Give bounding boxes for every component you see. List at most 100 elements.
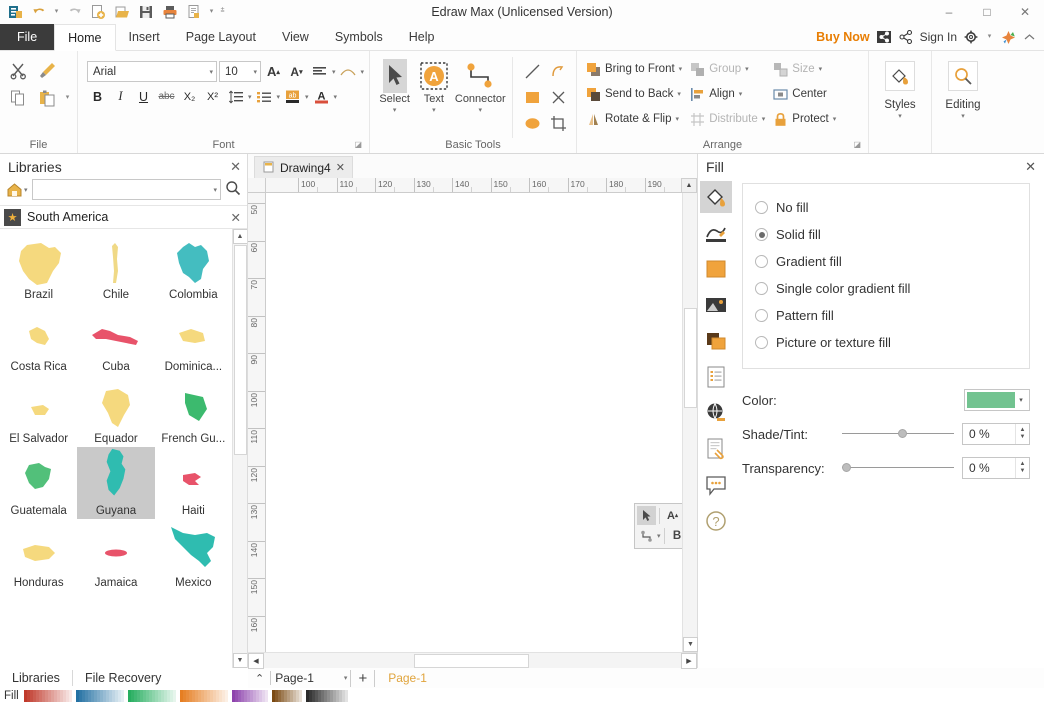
shape-item-guyana[interactable]: Guyana — [77, 447, 154, 519]
canvas-horizontal-scrollbar[interactable]: ◀ ▶ — [248, 652, 697, 668]
connector-tool-caret[interactable]: ▾ — [479, 106, 483, 115]
rotate-flip-button[interactable]: Rotate & Flip ▾ — [582, 107, 686, 131]
horizontal-ruler[interactable]: 10011012013014015016017018019020 — [266, 178, 681, 193]
arc-tool-icon[interactable] — [545, 59, 571, 85]
print-button[interactable] — [159, 2, 181, 22]
add-page-button[interactable]: + — [350, 670, 375, 687]
bring-to-front-button[interactable]: Bring to Front ▾ — [582, 57, 686, 81]
shape-item-guatemala[interactable]: Guatemala — [0, 447, 77, 519]
shape-item-mexico[interactable]: Mexico — [155, 519, 232, 591]
bullet-list-icon[interactable] — [254, 86, 275, 107]
libraries-scrollbar[interactable]: ▲ ▼ — [232, 229, 247, 668]
vertical-ruler[interactable]: 5060708090100110120130140150160 — [248, 193, 266, 652]
transparency-spinner[interactable]: 0 % ▲▼ — [962, 457, 1030, 479]
color-dropdown-caret[interactable]: ▾ — [1015, 396, 1027, 404]
library-home-icon[interactable]: ▾ — [6, 182, 28, 198]
paste-dropdown-caret[interactable]: ▾ — [63, 93, 72, 104]
canvas-vertical-scrollbar[interactable]: ▼ — [682, 193, 697, 652]
group-button[interactable]: Group ▾ — [686, 57, 769, 81]
mini-grow-font-button[interactable]: A▴ — [663, 506, 682, 525]
font-color-caret[interactable]: ▾ — [334, 93, 338, 101]
library-home-caret[interactable]: ▾ — [24, 186, 28, 194]
fill-color-swatches[interactable] — [24, 690, 348, 702]
shape-item-equador[interactable]: Equador — [77, 375, 154, 447]
document-properties-icon[interactable] — [700, 361, 732, 393]
close-button[interactable]: ✕ — [1006, 0, 1044, 24]
fill-option-picture-or-texture-fill[interactable]: Picture or texture fill — [743, 329, 1029, 356]
shape-item-jamaica[interactable]: Jamaica — [77, 519, 154, 591]
fill-color-picker[interactable]: ▾ — [964, 389, 1030, 411]
fill-option-gradient-fill[interactable]: Gradient fill — [743, 248, 1029, 275]
menu-tab-help[interactable]: Help — [396, 24, 448, 50]
hscroll-thumb[interactable] — [414, 654, 529, 668]
sign-in-link[interactable]: Sign In — [920, 30, 957, 44]
line-spacing-icon[interactable] — [225, 86, 246, 107]
fill-panel-close-icon[interactable]: ✕ — [1025, 159, 1036, 175]
curve-dropdown-caret[interactable]: ▾ — [361, 68, 365, 76]
text-curve-icon[interactable] — [338, 61, 359, 82]
drawing-canvas[interactable]: ✕ ⋮ A▴ A▾ — [266, 193, 682, 652]
canvas-scroll-down-icon[interactable]: ▼ — [683, 637, 698, 652]
transparency-slider-knob[interactable] — [842, 463, 851, 472]
menu-tab-file[interactable]: File — [0, 24, 54, 50]
font-dialog-launcher[interactable]: ◪ — [354, 137, 362, 152]
strikethrough-button[interactable]: abc — [156, 86, 177, 107]
libraries-close-icon[interactable]: ✕ — [230, 159, 241, 175]
fill-option-no-fill[interactable]: No fill — [743, 194, 1029, 221]
font-size-select[interactable]: 10 ▾ — [219, 61, 261, 82]
mini-pointer-icon[interactable] — [637, 506, 656, 525]
shape-item-haiti[interactable]: Haiti — [155, 447, 232, 519]
footer-tab-libraries[interactable]: Libraries — [0, 671, 72, 685]
distribute-button[interactable]: Distribute ▾ — [686, 107, 769, 131]
menu-tab-view[interactable]: View — [269, 24, 322, 50]
superscript-button[interactable]: X² — [202, 86, 223, 107]
shape-item-colombia[interactable]: Colombia — [155, 231, 232, 303]
help-icon[interactable]: ? — [700, 505, 732, 537]
size-button[interactable]: Size ▾ — [769, 57, 840, 81]
share-icon[interactable] — [899, 30, 913, 44]
ellipse-tool-icon[interactable] — [519, 111, 545, 137]
search-icon[interactable] — [225, 180, 241, 199]
radio-single-color-gradient-fill[interactable] — [755, 282, 768, 295]
save-button[interactable] — [135, 2, 157, 22]
menu-tab-insert[interactable]: Insert — [116, 24, 173, 50]
shape-item-brazil[interactable]: Brazil — [0, 231, 77, 303]
highlight-dropdown-caret[interactable]: ▾ — [305, 93, 309, 101]
size-caret[interactable]: ▾ — [819, 65, 823, 73]
export-dropdown-caret[interactable]: ▾ — [207, 7, 216, 18]
distribute-caret[interactable]: ▾ — [762, 115, 766, 123]
editing-caret[interactable]: ▾ — [961, 112, 965, 120]
copy-icon[interactable] — [5, 85, 31, 111]
fill-bucket-icon[interactable] — [700, 181, 732, 213]
arrange-dialog-launcher[interactable]: ◪ — [853, 137, 861, 152]
radio-pattern-fill[interactable] — [755, 309, 768, 322]
select-tool-caret[interactable]: ▾ — [393, 106, 397, 115]
text-tool-button[interactable]: A Text ▾ — [414, 57, 453, 138]
group-caret[interactable]: ▾ — [745, 65, 749, 73]
crop-tool-icon[interactable] — [545, 111, 571, 137]
radio-solid-fill[interactable] — [755, 228, 768, 241]
undo-dropdown-caret[interactable]: ▾ — [52, 7, 61, 18]
minimize-button[interactable]: – — [930, 0, 968, 24]
grow-font-button[interactable]: A▴ — [263, 61, 284, 82]
comment-icon[interactable] — [700, 469, 732, 501]
document-tab-close-icon[interactable]: ✕ — [336, 161, 345, 174]
font-color-icon[interactable]: A — [311, 86, 332, 107]
shape-item-honduras[interactable]: Honduras — [0, 519, 77, 591]
select-tool-button[interactable]: Select ▾ — [375, 57, 414, 138]
document-tab-drawing4[interactable]: Drawing4 ✕ — [254, 156, 353, 178]
underline-button[interactable]: U — [133, 86, 154, 107]
styles-caret[interactable]: ▾ — [898, 112, 902, 120]
protect-button[interactable]: Protect ▾ — [769, 107, 840, 131]
shade-tint-spinner[interactable]: 0 % ▲▼ — [962, 423, 1030, 445]
new-document-button[interactable] — [87, 2, 109, 22]
format-painter-icon[interactable] — [34, 57, 60, 83]
send-back-caret[interactable]: ▾ — [677, 90, 681, 98]
bring-front-caret[interactable]: ▾ — [679, 65, 683, 73]
page-tab-page-1[interactable]: Page-1 — [378, 671, 437, 685]
canvas-vscroll-thumb[interactable] — [684, 308, 697, 408]
redo-button[interactable] — [63, 2, 85, 22]
shape-item-dominican[interactable]: Dominica... — [155, 303, 232, 375]
menu-tab-page-layout[interactable]: Page Layout — [173, 24, 269, 50]
editing-button[interactable]: Editing ▾ — [937, 55, 989, 153]
